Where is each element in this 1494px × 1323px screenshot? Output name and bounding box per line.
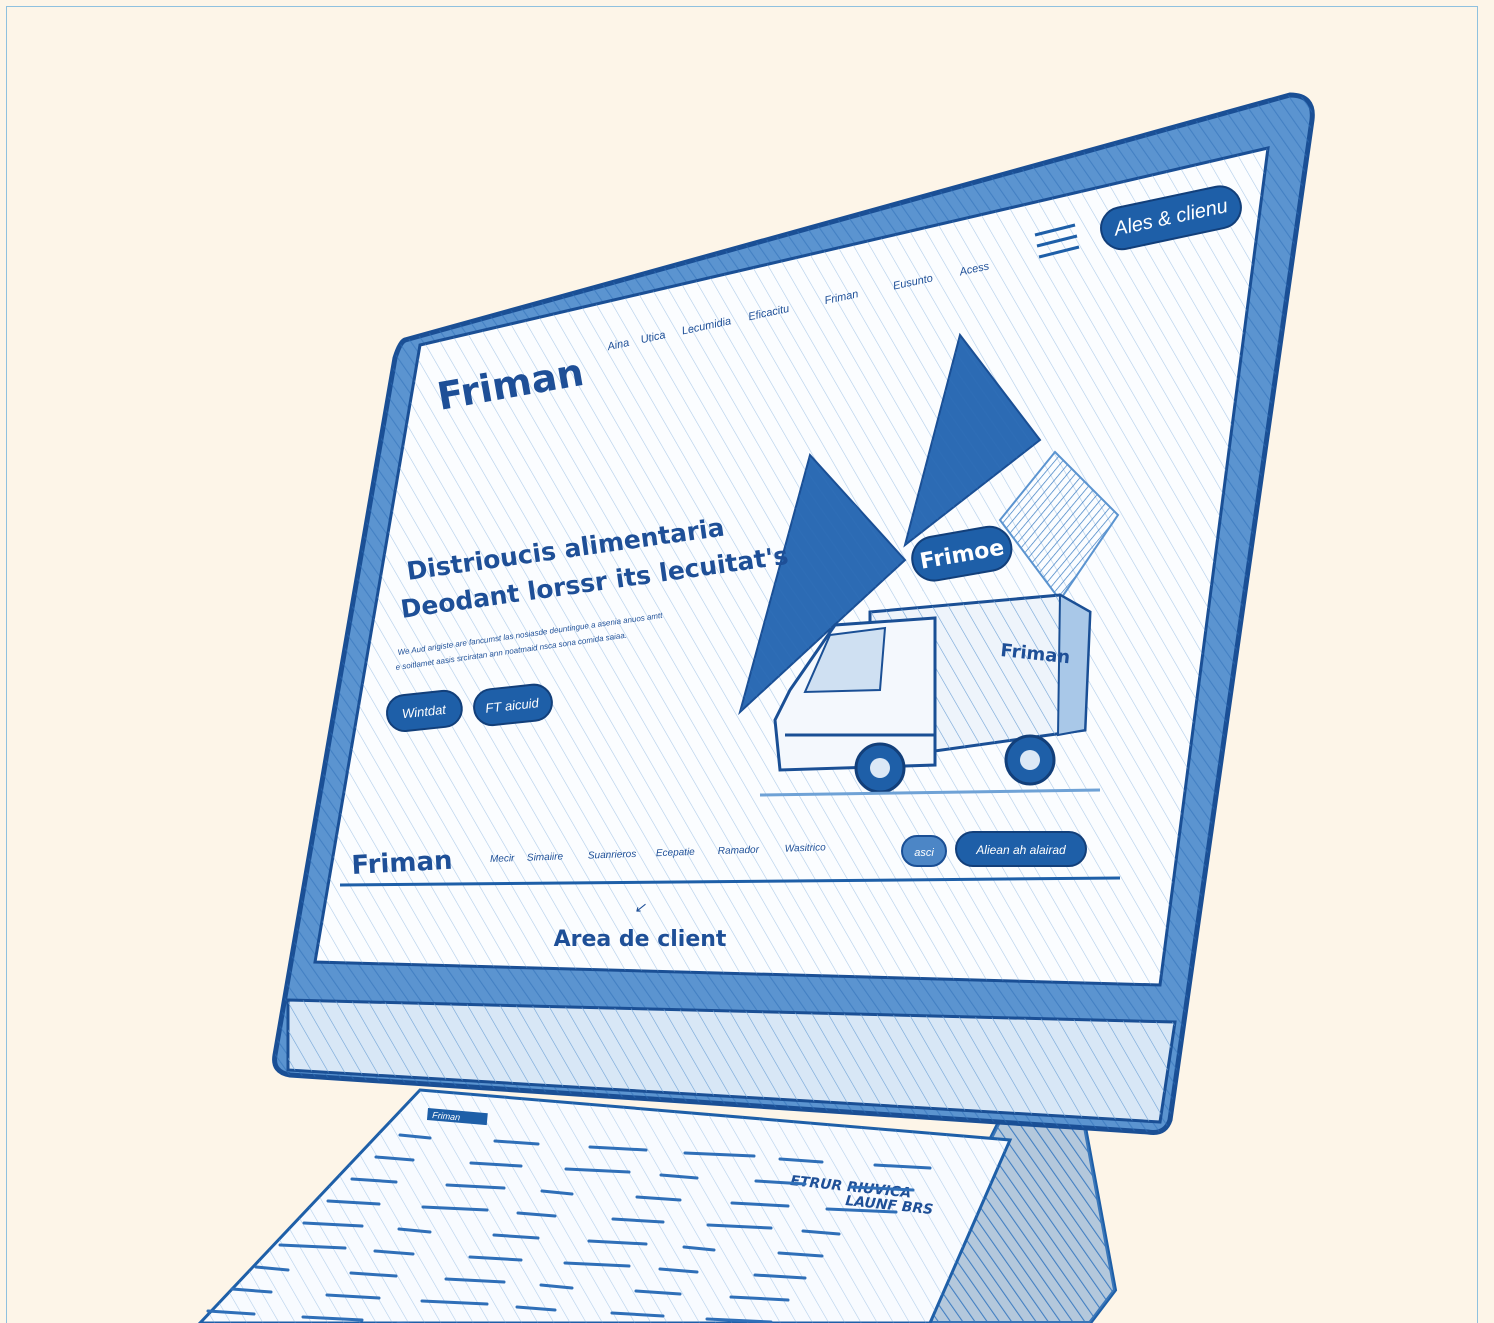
footer-nav-item-4[interactable]: Ecepatie xyxy=(656,847,696,859)
footer-logo: Friman xyxy=(351,846,453,881)
client-area-arrow-icon: ↙ xyxy=(634,899,646,915)
footer-icon-button-label: asci xyxy=(914,847,934,859)
footer-nav-item-2[interactable]: Simaiire xyxy=(527,851,564,863)
footer-nav-item-3[interactable]: Suanrieros xyxy=(588,849,637,862)
footer-cta-label: Aliean ah alairad xyxy=(975,843,1066,857)
footer-cta-button[interactable]: Aliean ah alairad xyxy=(955,831,1087,867)
footer-nav-item-1[interactable]: Mecir xyxy=(490,853,515,865)
footer-nav-item-5[interactable]: Ramador xyxy=(718,845,760,857)
footer-nav-item-6[interactable]: Wasitrico xyxy=(785,842,827,854)
footer-icon-button[interactable]: asci xyxy=(901,835,947,867)
monitor-illustration: Ales & clienu Friman Aina Utica Lecumidi… xyxy=(197,92,1315,1323)
client-area-title: Area de client xyxy=(554,927,727,952)
